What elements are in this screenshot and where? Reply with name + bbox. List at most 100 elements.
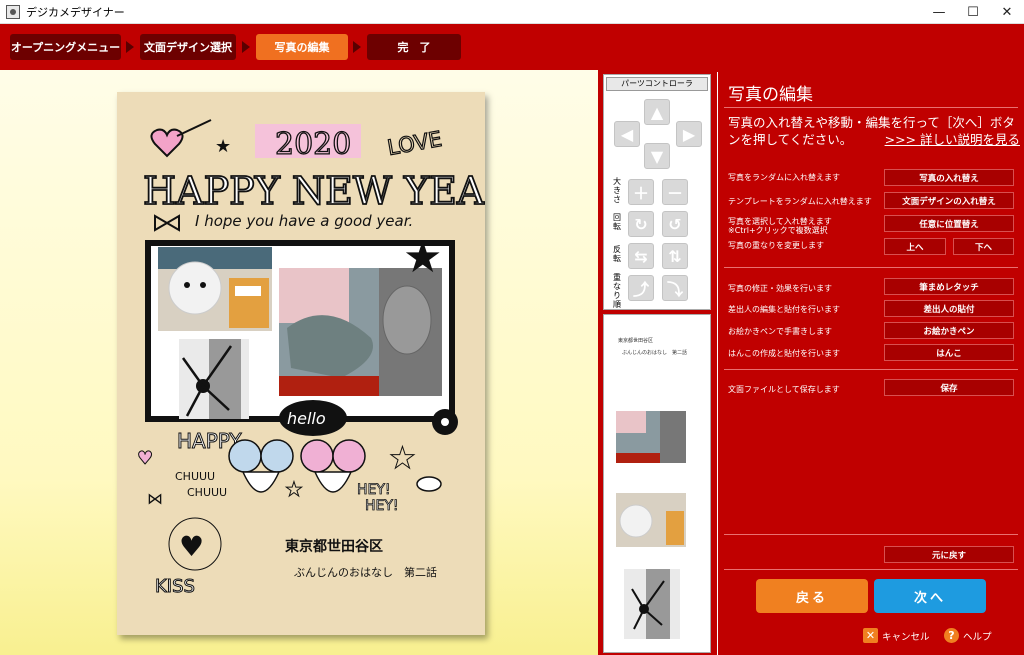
flip-vertical-icon[interactable]: ⇅ <box>662 243 688 269</box>
row-label-retouch: 写真の修正・効果を行います <box>728 284 832 293</box>
love-text: LOVE <box>386 127 444 160</box>
step-design-select: 文面デザイン選択 <box>140 34 236 60</box>
flip-horizontal-icon[interactable]: ⇆ <box>628 243 654 269</box>
next-button[interactable]: 次へ <box>874 579 986 613</box>
help-icon: ? <box>944 628 959 643</box>
move-right-icon[interactable]: ▶ <box>676 121 702 147</box>
mouse-doodle-blue <box>228 439 294 493</box>
dotted-star-icon: ★ <box>403 232 442 283</box>
thumb-photo-mascots[interactable] <box>616 493 686 547</box>
app-icon <box>6 4 20 19</box>
retouch-button[interactable]: 筆まめレタッチ <box>884 278 1014 295</box>
row-sublabel-multi-select: ※Ctrl+クリックで複数選択 <box>728 226 828 235</box>
close-button[interactable]: ✕ <box>990 0 1024 24</box>
row-label-select-photo: 写真を選択して入れ替えます <box>728 217 832 226</box>
save-button[interactable]: 保存 <box>884 379 1014 396</box>
swap-design-button[interactable]: 文面デザインの入れ替え <box>884 192 1014 209</box>
parts-controller-title: パーツコントローラ <box>606 77 708 91</box>
svg-text:♥: ♥ <box>179 530 204 563</box>
reposition-button[interactable]: 任意に位置替え <box>884 215 1014 232</box>
card-preview-area: ★ 2020 LOVE HAPPY NEW YEAR I hope you ha… <box>0 70 598 655</box>
window-title: デジカメデザイナー <box>26 5 125 19</box>
kiss-text: KISS <box>155 576 195 597</box>
shrink-icon[interactable]: － <box>662 179 688 205</box>
photo-mascots[interactable] <box>158 247 272 331</box>
divider <box>724 267 1018 268</box>
row-label-stamp: はんこの作成と貼付を行います <box>728 349 840 358</box>
sender-name: ぶんじんのおはなし 第二話 <box>294 566 437 579</box>
move-up-icon[interactable]: ▲ <box>644 99 670 125</box>
parts-column: パーツコントローラ ▲ ◀ ▶ ▼ 大きさ ＋ － 回転 ↻ ↺ 反転 ⇆ ⇅ … <box>600 72 714 655</box>
step-photo-edit: 写真の編集 <box>256 34 348 60</box>
ribbon-doodle-icon <box>154 214 180 232</box>
cancel-icon: ✕ <box>863 628 878 643</box>
step-opening-menu: オープニングメニュー <box>10 34 121 60</box>
row-label-order: 写真の重なりを変更します <box>728 241 824 250</box>
move-left-icon[interactable]: ◀ <box>614 121 640 147</box>
flip-label: 反転 <box>613 245 621 263</box>
row-label-random-template: テンプレートをランダムに入れ替えます <box>728 197 872 206</box>
enlarge-icon[interactable]: ＋ <box>628 179 654 205</box>
shooting-star-icon: ★ <box>389 441 416 476</box>
mouse-doodle-pink <box>300 439 366 493</box>
parts-thumbnail-list: 東京都世田谷区 ぶんじんのおはなし 第二話 <box>603 314 711 653</box>
help-button[interactable]: ? ヘルプ <box>944 628 992 643</box>
year-text: 2020 <box>275 127 351 162</box>
divider <box>724 569 1018 570</box>
paste-sender-button[interactable]: 差出人の貼付 <box>884 300 1014 317</box>
order-down-button[interactable]: 下へ <box>953 238 1014 255</box>
edit-panel: 写真の編集 写真の入れ替えや移動・編集を行って［次へ］ボタンを押してください。 … <box>717 72 1024 655</box>
move-down-icon[interactable]: ▼ <box>644 143 670 169</box>
greeting-text: HAPPY NEW YEAR <box>143 169 485 213</box>
star-doodle-icon: ★ <box>215 136 231 157</box>
photo-shrine[interactable] <box>279 268 442 396</box>
panel-description: 写真の入れ替えや移動・編集を行って［次へ］ボタンを押してください。 >>> 詳し… <box>728 114 1022 148</box>
sender-address: 東京都世田谷区 <box>285 539 383 555</box>
undo-button[interactable]: 元に戻す <box>884 546 1014 563</box>
title-bar: デジカメデザイナー — ☐ ✕ <box>0 0 1024 24</box>
chuuu-text-1: CHUUU <box>175 470 215 483</box>
cancel-label: キャンセル <box>882 631 930 643</box>
hey-text-1: HEY! <box>357 482 391 498</box>
row-label-save: 文面ファイルとして保存します <box>728 385 840 394</box>
hello-text: hello <box>287 409 326 428</box>
rotate-left-icon[interactable]: ↺ <box>662 211 688 237</box>
step-bar: オープニングメニュー 文面デザイン選択 写真の編集 完 了 <box>0 24 1024 70</box>
flower-doodle-icon <box>432 409 458 435</box>
send-backward-icon[interactable]: ⤵ <box>662 275 688 301</box>
divider <box>724 369 1018 370</box>
row-label-drawing-pen: お絵かきペンで手書きします <box>728 327 832 336</box>
swap-photos-button[interactable]: 写真の入れ替え <box>884 169 1014 186</box>
step-complete: 完 了 <box>367 34 461 60</box>
rotate-right-icon[interactable]: ↻ <box>628 211 654 237</box>
cancel-button[interactable]: ✕ キャンセル <box>863 628 930 643</box>
thumb-photo-shrine[interactable] <box>616 411 686 463</box>
hey-text-2: HEY! <box>365 498 399 514</box>
step-arrow-icon <box>242 41 250 53</box>
maximize-button[interactable]: ☐ <box>956 0 990 24</box>
bring-forward-icon[interactable]: ⤴ <box>628 275 654 301</box>
big-heart-icon: ♥ <box>168 517 222 571</box>
drawing-pen-button[interactable]: お絵かきペン <box>884 322 1014 339</box>
heart-doodle-icon <box>150 119 212 158</box>
back-button[interactable]: 戻る <box>756 579 868 613</box>
small-heart-icon: ♥ <box>137 448 153 469</box>
panel-heading: 写真の編集 <box>728 85 813 105</box>
size-label: 大きさ <box>613 177 621 204</box>
subtext: I hope you have a good year. <box>195 212 413 230</box>
detail-help-link[interactable]: >>> 詳しい説明を見る <box>885 131 1020 148</box>
step-arrow-icon <box>353 41 361 53</box>
thumb-photo-spider[interactable] <box>624 569 680 639</box>
row-label-sender: 差出人の編集と貼付を行います <box>728 305 840 314</box>
order-label: 重なり順 <box>613 273 621 309</box>
order-up-button[interactable]: 上へ <box>884 238 946 255</box>
parts-controller-panel: パーツコントローラ ▲ ◀ ▶ ▼ 大きさ ＋ － 回転 ↻ ↺ 反転 ⇆ ⇅ … <box>603 74 711 310</box>
outline-star-icon: ★ <box>285 477 303 501</box>
minimize-button[interactable]: — <box>922 0 956 24</box>
stamp-button[interactable]: はんこ <box>884 344 1014 361</box>
row-label-random-photo: 写真をランダムに入れ替えます <box>728 173 840 182</box>
photo-spider-sculpture[interactable] <box>179 339 249 419</box>
divider <box>724 107 1018 108</box>
help-label: ヘルプ <box>963 631 992 643</box>
divider <box>724 534 1018 535</box>
